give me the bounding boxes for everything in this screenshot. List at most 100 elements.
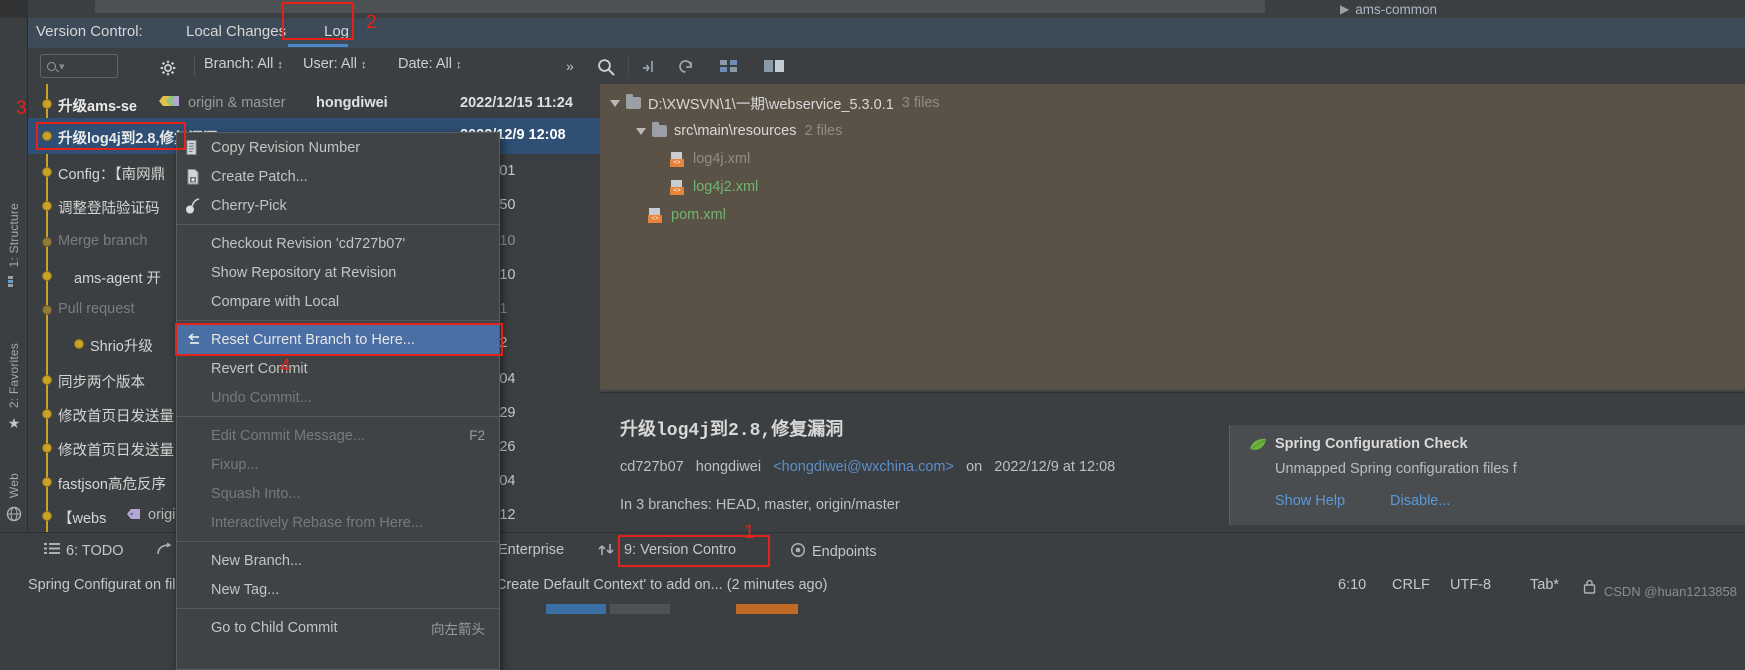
menu-separator: [177, 608, 499, 609]
chevron-down-icon[interactable]: [610, 99, 620, 107]
filter-date[interactable]: Date: All ↕: [398, 56, 462, 72]
menu-item-create-patch[interactable]: Create Patch...: [177, 162, 499, 191]
bottom-item-todo[interactable]: 6: TODO: [44, 542, 123, 559]
structure-icon: [7, 275, 21, 288]
commit-node: [42, 477, 52, 487]
commit-detail-email[interactable]: <hongdiwei@wxchina.com>: [773, 459, 954, 475]
menu-item-compare-with-local[interactable]: Compare with Local: [177, 287, 499, 316]
breadcrumb[interactable]: ▶ ams-common: [1340, 0, 1437, 18]
commit-context-menu[interactable]: Copy Revision Number Create Patch... Che…: [175, 132, 503, 670]
xml-file-icon: <>: [670, 151, 686, 167]
watermark: CSDN @huan1213858: [1603, 584, 1737, 599]
star-icon: ★: [7, 415, 21, 432]
commit-node: [42, 375, 52, 385]
tag-icon: [126, 508, 142, 520]
search-icon[interactable]: [596, 57, 616, 77]
intellisort-icon[interactable]: [718, 56, 740, 79]
sidebar-item-structure[interactable]: 1: Structure: [2, 203, 26, 288]
menu-item-shortcut: 向左箭头: [431, 621, 485, 637]
tree-row-file[interactable]: <> log4j.xml: [670, 146, 750, 172]
status-line-separator[interactable]: CRLF: [1392, 577, 1430, 593]
sidebar-item-web[interactable]: Web: [2, 473, 26, 522]
vcs-icon[interactable]: [598, 542, 615, 557]
tree-file-count: 3 files: [901, 95, 940, 111]
menu-item-new-branch[interactable]: New Branch...: [177, 546, 499, 575]
tree-row-file[interactable]: <> log4j2.xml: [670, 174, 758, 200]
filter-branch[interactable]: Branch: All ↕: [204, 56, 283, 72]
annotation-marker-4: 4: [280, 356, 291, 377]
tab-local-changes[interactable]: Local Changes: [186, 23, 286, 40]
commit-node: [42, 409, 52, 419]
annotation-marker-3: 3: [16, 98, 27, 119]
status-caret-position[interactable]: 6:10: [1338, 577, 1366, 593]
notification-action-show-help[interactable]: Show Help: [1275, 493, 1345, 509]
tree-file-count: 2 files: [804, 123, 843, 139]
chevron-updown-icon: ↕: [361, 59, 367, 71]
filter-user[interactable]: User: All ↕: [303, 56, 367, 72]
tag-icon: [158, 94, 179, 108]
lock-icon[interactable]: [1583, 579, 1596, 597]
commit-node: [42, 443, 52, 453]
commit-detail-message: 升级log4j到2.8,修复漏洞: [620, 421, 844, 441]
bottom-item-endpoints[interactable]: Endpoints: [790, 542, 877, 562]
play-icon[interactable]: ▶: [1340, 2, 1349, 16]
notification-action-disable[interactable]: Disable...: [1390, 493, 1450, 509]
menu-item-label: Squash Into...: [211, 485, 301, 502]
commit-node: [42, 305, 52, 315]
tree-label: pom.xml: [671, 207, 726, 223]
menu-item-copy-revision-number[interactable]: Copy Revision Number: [177, 133, 499, 162]
show-details-icon[interactable]: [762, 56, 786, 79]
commit-detail-date: 2022/12/9 at 12:08: [994, 459, 1116, 475]
status-encoding[interactable]: UTF-8: [1450, 577, 1491, 593]
menu-separator: [177, 541, 499, 542]
menu-item-show-repository-at-revision[interactable]: Show Repository at Revision: [177, 258, 499, 287]
toolbar-divider: [194, 56, 195, 76]
bottom-item-label: Enterprise: [498, 542, 565, 558]
chevron-down-icon[interactable]: [636, 127, 646, 135]
search-dropdown-caret[interactable]: ▾: [59, 60, 65, 73]
commit-detail-hash: cd727b07: [620, 459, 684, 475]
status-message-prefix: Spring Configurat: [28, 577, 141, 593]
bottom-item-run-arrow[interactable]: [156, 542, 173, 561]
menu-item-revert-commit[interactable]: Revert Commit: [177, 354, 499, 383]
refresh-icon[interactable]: [676, 56, 696, 79]
folder-icon: [652, 122, 667, 137]
toolbar-overflow-button[interactable]: »: [566, 58, 574, 74]
commit-message: 升级ams-se: [58, 99, 137, 115]
editor-tab-strip[interactable]: [95, 0, 1265, 13]
sidebar-item-label: 2: Favorites: [7, 343, 21, 409]
commit-detail-meta: cd727b07 hongdiwei <hongdiwei@wxchina.co…: [620, 459, 1115, 475]
menu-item-cherry-pick[interactable]: Cherry-Pick: [177, 191, 499, 220]
menu-item-new-tag[interactable]: New Tag...: [177, 575, 499, 604]
tree-row-folder[interactable]: src\main\resources 2 files: [636, 118, 842, 144]
bottom-item-enterprise[interactable]: Enterprise: [498, 542, 564, 558]
menu-item-label: Show Repository at Revision: [211, 264, 397, 281]
search-input[interactable]: ▾: [40, 54, 118, 78]
sidebar-item-label: Web: [7, 473, 21, 499]
collapse-icon[interactable]: [640, 56, 660, 79]
menu-separator: [177, 224, 499, 225]
gear-icon[interactable]: [160, 60, 177, 77]
menu-item-go-to-child-commit[interactable]: Go to Child Commit 向左箭头: [177, 613, 499, 642]
notification-balloon[interactable]: Spring Configuration Check Unmapped Spri…: [1229, 425, 1745, 525]
menu-item-checkout-revision[interactable]: Checkout Revision 'cd727b07': [177, 229, 499, 258]
tree-label: src\main\resources: [674, 123, 797, 139]
sidebar-item-favorites[interactable]: 2: Favorites ★: [2, 343, 26, 430]
commit-message: Shrio升级: [90, 339, 153, 355]
tree-row-file[interactable]: <> pom.xml: [648, 202, 726, 228]
changed-files-panel[interactable]: D:\XWSVN\1\一期\webservice_5.3.0.1 3 files…: [600, 84, 1745, 389]
commit-node: [42, 271, 52, 281]
detail-separator: [600, 389, 1745, 391]
commit-node: [42, 511, 52, 521]
menu-item-undo-commit: Undo Commit...: [177, 383, 499, 412]
commit-message: 【webs: [58, 511, 107, 527]
menu-item-reset-current-branch-to-here[interactable]: Reset Current Branch to Here...: [175, 323, 503, 356]
bottom-item-label: 6: TODO: [66, 542, 124, 559]
status-indent[interactable]: Tab*: [1530, 577, 1559, 593]
menu-item-interactively-rebase-from-here: Interactively Rebase from Here...: [177, 508, 499, 537]
tree-row-root[interactable]: D:\XWSVN\1\一期\webservice_5.3.0.1 3 files: [610, 90, 940, 116]
annotation-box-log: [282, 2, 354, 40]
log-toolbar: ▾ Branch: All ↕ User: All ↕ Date: All ↕ …: [28, 48, 1745, 84]
globe-icon: [6, 506, 22, 522]
annotation-box-selected-commit: [36, 122, 186, 150]
